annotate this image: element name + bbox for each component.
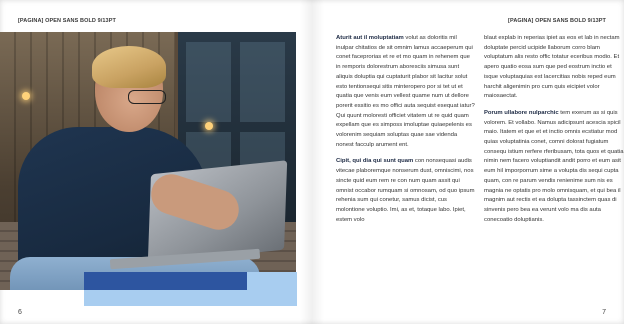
running-header-left: [PAGINA] OPEN SANS BOLD 9/13PT bbox=[18, 18, 116, 24]
paragraph-lead: Porum ullabore nulparchic bbox=[484, 109, 559, 116]
page-number-left: 6 bbox=[18, 309, 22, 316]
paragraph-body: tem exerum as si quis volorem. Et vollab… bbox=[484, 109, 624, 223]
paragraph-body: volut as doloritis mil inulpar chitatios… bbox=[336, 35, 475, 148]
paragraph: Aturit aut il moluptatiam volut as dolor… bbox=[336, 34, 476, 150]
photo-person-glasses bbox=[128, 90, 166, 104]
hero-photo bbox=[0, 32, 296, 290]
paragraph-body: con nonsequasi audis vitecae plaboremque… bbox=[336, 158, 475, 223]
paragraph-body: blaut explab in reperias ipiet as eos et… bbox=[484, 35, 620, 100]
running-header-right: [PAGINA] OPEN SANS BOLD 9/13PT bbox=[508, 18, 606, 24]
paragraph: Cipit, qui dia qui sunt quam con nonsequ… bbox=[336, 157, 476, 225]
lamp-light bbox=[205, 122, 213, 130]
paragraph-lead: Aturit aut il moluptatiam bbox=[336, 35, 404, 41]
photo-person-hair bbox=[92, 46, 166, 88]
paragraph-lead: Cipit, qui dia qui sunt quam bbox=[336, 158, 414, 165]
book-spread: [PAGINA] OPEN SANS BOLD 9/13PT [PAGINA] … bbox=[0, 0, 624, 324]
gutter-shadow bbox=[300, 0, 324, 324]
text-column-1: Aturit aut il moluptatiam volut as dolor… bbox=[336, 34, 476, 232]
lamp-light bbox=[22, 92, 30, 100]
accent-bar-dark bbox=[84, 272, 247, 290]
text-column-2: blaut explab in reperias ipiet as eos et… bbox=[484, 34, 624, 232]
paragraph: blaut explab in reperias ipiet as eos et… bbox=[484, 34, 624, 102]
page-number-right: 7 bbox=[602, 309, 606, 316]
paragraph: Porum ullabore nulparchic tem exerum as … bbox=[484, 109, 624, 225]
